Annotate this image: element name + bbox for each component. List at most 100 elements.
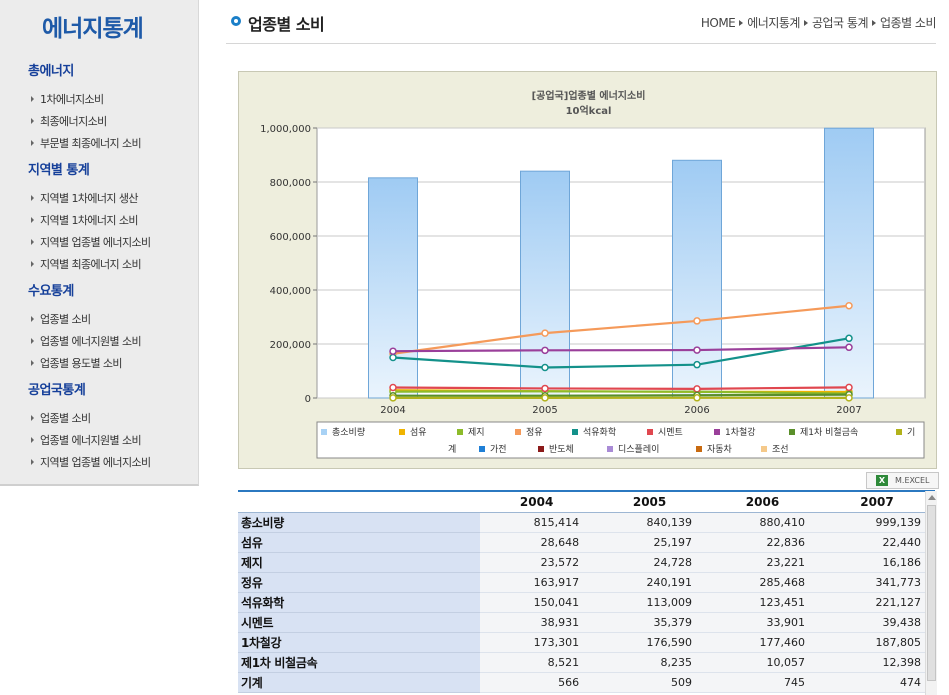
breadcrumb-home[interactable]: HOME (701, 16, 736, 30)
sidebar-section-title[interactable]: 수요통계 (28, 280, 74, 299)
table-body: 총소비량 815,414 840,139 880,410 999,139 섬유 28,648… (238, 512, 935, 693)
series-point (389, 353, 397, 362)
sidebar-section-title[interactable]: 공업국통계 (28, 379, 86, 398)
table-row: 섬유 28,648 25,197 22,836 22,440 (238, 532, 935, 553)
sidebar-item-regional-final-consumption[interactable]: 지역별 최종에너지 소비 (31, 256, 142, 272)
sidebar-item-regional-industry-consumption[interactable]: 지역별 업종별 에너지소비 (31, 234, 151, 250)
sidebar-section-title[interactable]: 총에너지 (28, 60, 74, 79)
legend-label: 기 (907, 427, 915, 438)
row-label: 기계 (238, 672, 481, 693)
series-point (389, 394, 397, 402)
legend-label: 반도체 (549, 444, 574, 455)
sidebar-item-regional-primary-consumption[interactable]: 지역별 1차에너지 소비 (31, 212, 138, 228)
breadcrumb-ministry-stats[interactable]: 공업국 통계 (812, 16, 869, 30)
legend-swatch (896, 429, 902, 435)
sidebar-section-title[interactable]: 지역별 통계 (28, 159, 90, 178)
sidebar-item-industry-consumption[interactable]: 업종별 소비 (31, 311, 91, 327)
legend-swatch (607, 446, 613, 452)
legend-label: 총소비량 (332, 426, 365, 438)
sidebar-item-ministry-industry-consumption[interactable]: 업종별 소비 (31, 410, 91, 426)
table-cell: 285,468 (706, 572, 819, 593)
row-label: 제1차 비철금속 (238, 652, 481, 673)
table-cell: 8,235 (593, 652, 707, 673)
sidebar: 에너지통계 총에너지 1차에너지소비 최종에너지소비 부문별 최종에너지 소비 … (0, 0, 199, 486)
column-header: 2004 (480, 490, 594, 513)
table-cell: 221,127 (818, 592, 935, 613)
table-row: 1차철강 173,301 176,590 177,460 187,805 (238, 632, 935, 653)
table-cell: 123,451 (706, 592, 819, 613)
series-point (541, 329, 549, 337)
sidebar-item-ministry-industry-by-source[interactable]: 업종별 에너지원별 소비 (31, 432, 142, 448)
legend-swatch (761, 446, 767, 452)
table-cell: 163,917 (480, 572, 594, 593)
table-cell: 815,414 (480, 512, 594, 533)
energy-chart: [공업국]업종별 에너지소비 10억kcal 0 200,000 400,000 600,… (260, 89, 926, 459)
table-cell: 22,440 (818, 532, 935, 553)
legend-label: 석유화학 (583, 427, 616, 438)
table-row: 기계 566 509 745 474 (238, 672, 935, 693)
series-point (693, 385, 701, 393)
series-point (693, 360, 701, 369)
table-cell: 173,301 (480, 632, 594, 653)
legend-label: 제1차 비철금속 (800, 426, 858, 438)
y-tick-label: 200,000 (270, 340, 311, 351)
legend-swatch (696, 446, 702, 452)
series-line (392, 386, 850, 390)
sidebar-item-final-energy[interactable]: 최종에너지소비 (31, 113, 107, 129)
table-cell: 24,728 (593, 552, 707, 573)
table-cell: 176,590 (593, 632, 707, 653)
x-tick-label: 2006 (684, 405, 709, 416)
table-cell: 745 (706, 672, 819, 693)
y-tick-label: 800,000 (270, 178, 311, 189)
table-row: 제1차 비철금속 8,521 8,235 10,057 12,398 (238, 652, 935, 673)
table-cell: 16,186 (818, 552, 935, 573)
chart-panel: [공업국]업종별 에너지소비 10억kcal 0 200,000 400,000 600,… (238, 71, 937, 469)
excel-button-label: M.EXCEL (895, 476, 930, 485)
table-cell: 25,197 (593, 532, 707, 553)
sidebar-item-industry-by-use[interactable]: 업종별 용도별 소비 (31, 355, 123, 371)
x-tick-label: 2004 (380, 405, 405, 416)
table-cell: 509 (593, 672, 707, 693)
series-point (541, 384, 549, 393)
sidebar-item-ministry-regional-industry[interactable]: 지역별 업종별 에너지소비 (31, 454, 151, 470)
breadcrumb-energy-stats[interactable]: 에너지통계 (747, 16, 800, 30)
table-cell: 23,572 (480, 552, 594, 573)
sidebar-item-sector-final-energy[interactable]: 부문별 최종에너지 소비 (31, 135, 142, 151)
excel-download-button[interactable]: X M.EXCEL (866, 472, 939, 489)
row-label: 석유화학 (238, 592, 481, 613)
bullet-arrow-icon (31, 118, 34, 124)
breadcrumb-separator-icon (739, 20, 744, 26)
sidebar-item-primary-energy[interactable]: 1차에너지소비 (31, 91, 104, 107)
series-point (693, 317, 701, 325)
page-title: 업종별 소비 (248, 15, 325, 34)
scrollbar-thumb[interactable] (927, 505, 936, 681)
bullet-arrow-icon (31, 437, 34, 443)
bullet-arrow-icon (31, 239, 34, 245)
legend-swatch (538, 446, 544, 452)
series-point (845, 394, 853, 402)
sidebar-brand[interactable]: 에너지통계 (42, 9, 144, 43)
legend-swatch (479, 446, 485, 452)
legend-label: 계 (448, 443, 456, 455)
series-point (541, 346, 549, 355)
table-cell: 840,139 (593, 512, 707, 533)
title-bullet-icon (231, 16, 241, 26)
bullet-arrow-icon (31, 415, 34, 421)
table-cell: 8,521 (480, 652, 594, 673)
breadcrumb-separator-icon (871, 20, 876, 26)
legend-label: 시멘트 (658, 427, 683, 438)
table-cell: 150,041 (480, 592, 594, 613)
sidebar-item-industry-by-source[interactable]: 업종별 에너지원별 소비 (31, 333, 142, 349)
sidebar-item-regional-primary-production[interactable]: 지역별 1차에너지 생산 (31, 190, 138, 206)
bullet-arrow-icon (31, 217, 34, 223)
table-scrollbar[interactable] (925, 491, 937, 695)
bullet-arrow-icon (31, 316, 34, 322)
series-point (845, 343, 853, 352)
legend-swatch (399, 429, 405, 435)
row-label: 총소비량 (238, 512, 481, 533)
legend-label: 정유 (526, 427, 543, 438)
column-header: 2005 (593, 490, 707, 513)
table-row: 정유 163,917 240,191 285,468 341,773 (238, 572, 935, 593)
series-point (389, 383, 397, 392)
scroll-up-arrow-icon[interactable] (928, 495, 936, 500)
